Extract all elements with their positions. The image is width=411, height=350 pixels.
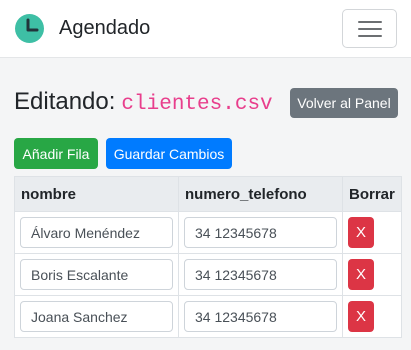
nombre-input[interactable]	[20, 301, 173, 332]
table-header-row: nombre numero_telefono Borrar	[14, 176, 402, 212]
table-row: X	[14, 211, 402, 254]
save-changes-button[interactable]: Guardar Cambios	[106, 138, 232, 169]
nombre-cell	[14, 253, 179, 296]
clock-icon[interactable]	[15, 14, 44, 43]
telefono-cell	[178, 211, 343, 254]
delete-cell: X	[342, 295, 402, 338]
telefono-input[interactable]	[184, 259, 337, 290]
brand-name[interactable]: Agendado	[59, 15, 150, 41]
column-header-borrar: Borrar	[342, 176, 402, 212]
page-title-prefix: Editando:	[14, 88, 116, 115]
file-name: clientes.csv	[121, 93, 273, 116]
back-to-panel-button[interactable]: Volver al Panel	[290, 88, 398, 118]
page-title: Editando: clientes.csv	[14, 87, 273, 120]
navbar-toggle-button[interactable]	[342, 9, 397, 48]
telefono-cell	[178, 253, 343, 296]
delete-row-button[interactable]: X	[348, 259, 374, 290]
csv-table: nombre numero_telefono Borrar X X X	[14, 176, 402, 338]
column-header-nombre: nombre	[14, 176, 179, 212]
navbar: Agendado	[0, 0, 411, 58]
nombre-cell	[14, 211, 179, 254]
column-header-numero-telefono: numero_telefono	[178, 176, 343, 212]
delete-cell: X	[342, 211, 402, 254]
add-row-button[interactable]: Añadir Fila	[14, 138, 98, 169]
nombre-input[interactable]	[20, 259, 173, 290]
delete-row-button[interactable]: X	[348, 301, 374, 332]
telefono-input[interactable]	[184, 301, 337, 332]
telefono-input[interactable]	[184, 217, 337, 248]
nombre-cell	[14, 295, 179, 338]
delete-cell: X	[342, 253, 402, 296]
telefono-cell	[178, 295, 343, 338]
nombre-input[interactable]	[20, 217, 173, 248]
delete-row-button[interactable]: X	[348, 217, 374, 248]
table-row: X	[14, 253, 402, 296]
table-row: X	[14, 295, 402, 338]
